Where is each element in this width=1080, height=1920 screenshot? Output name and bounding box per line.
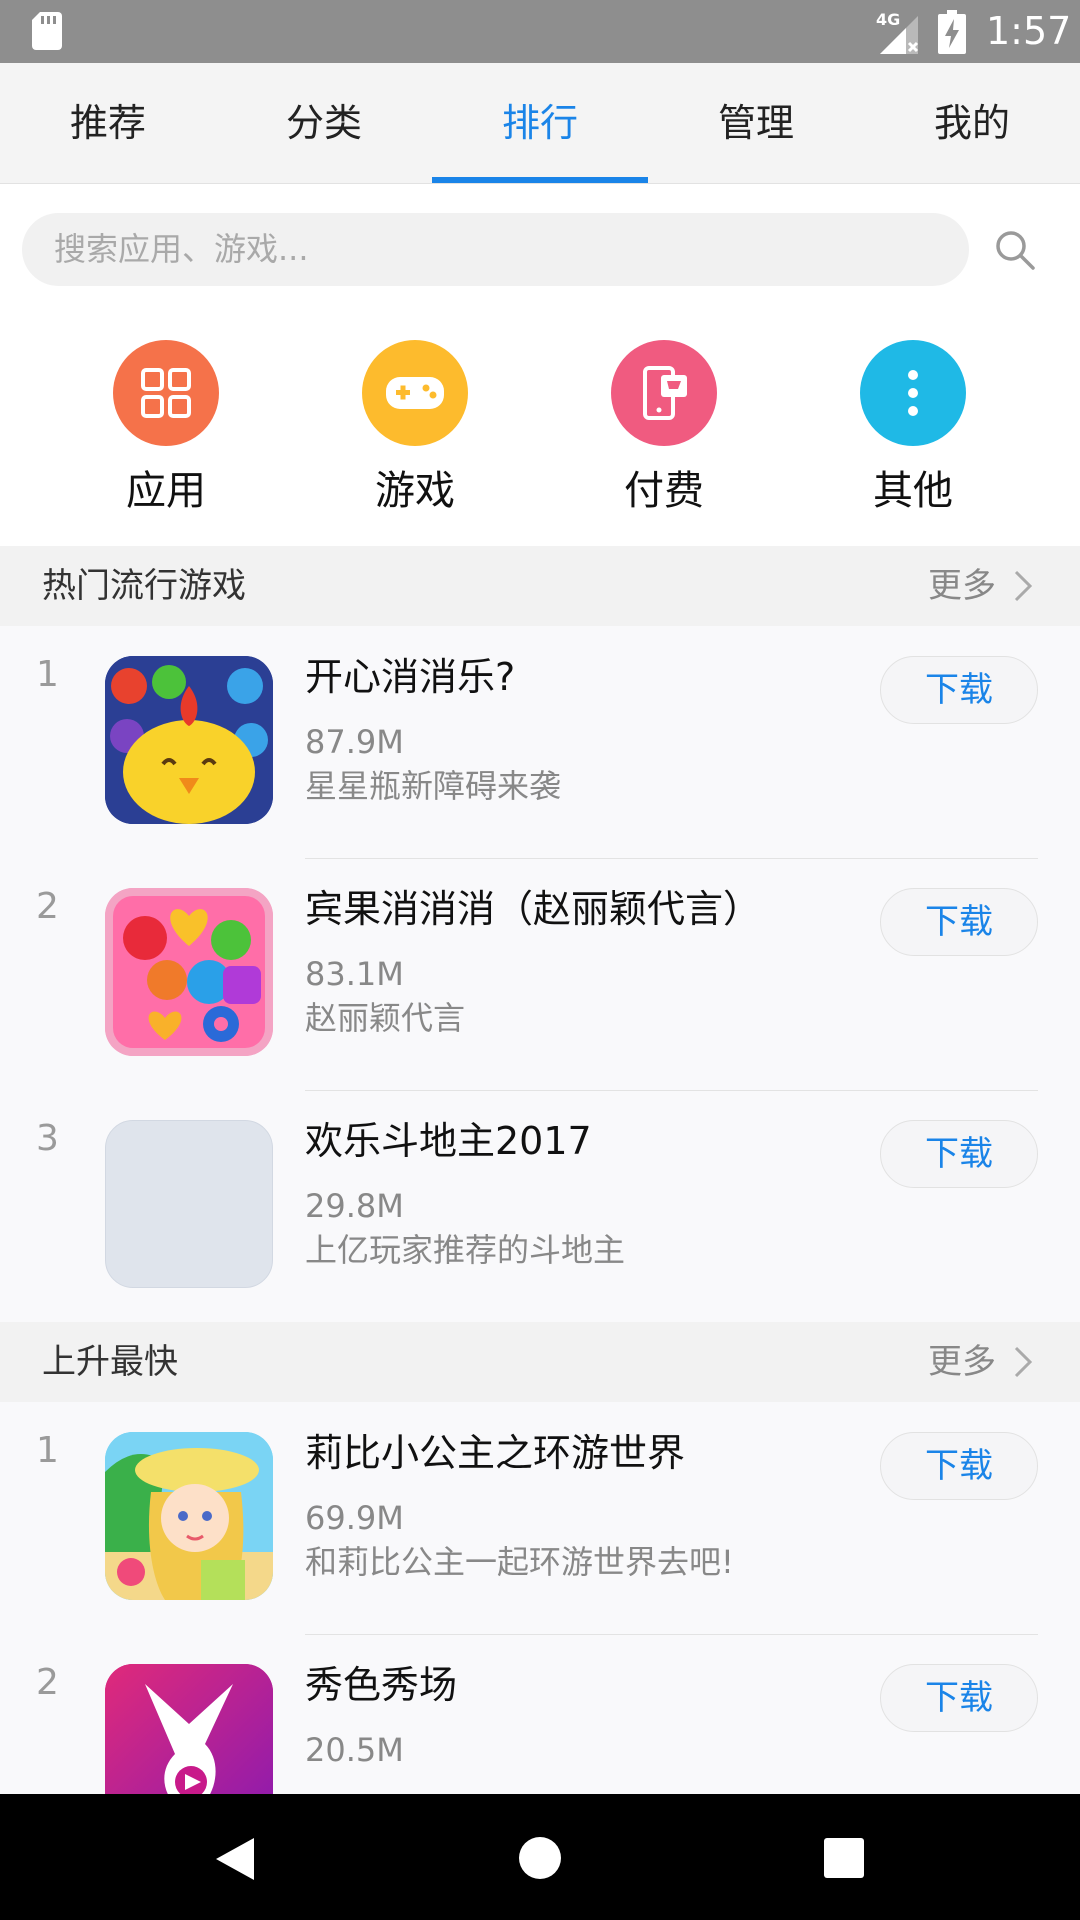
download-button[interactable]: 下载	[880, 1664, 1038, 1732]
app-icon-placeholder[interactable]	[105, 1120, 273, 1288]
active-tab-indicator	[432, 177, 648, 183]
apps-grid-icon	[113, 340, 219, 446]
back-icon[interactable]	[214, 1836, 256, 1882]
app-description: 上亿玩家推荐的斗地主	[305, 1231, 626, 1269]
app-size: 29.8M	[305, 1187, 404, 1225]
tab-categories[interactable]: 分类	[216, 63, 432, 183]
rank-number: 3	[36, 1118, 59, 1159]
list-item[interactable]: 2 宾果消消消（赵丽颖代言） 83.1M 赵丽颖代言 下载	[0, 858, 1080, 1090]
rank-number: 1	[36, 1430, 59, 1471]
status-time: 1:57	[986, 9, 1072, 53]
app-size: 69.9M	[305, 1499, 404, 1537]
chevron-right-icon[interactable]	[1008, 568, 1036, 604]
app-size: 83.1M	[305, 955, 404, 993]
more-link[interactable]: 更多	[928, 1322, 996, 1402]
app-icon-xiuse-show[interactable]	[105, 1664, 273, 1794]
home-icon[interactable]	[518, 1836, 562, 1880]
tab-mine[interactable]: 我的	[864, 63, 1080, 183]
category-apps[interactable]: 应用	[86, 340, 246, 514]
category-label: 付费	[624, 468, 704, 514]
battery-charging-icon	[938, 10, 966, 54]
recents-icon[interactable]	[824, 1838, 864, 1878]
app-name: 宾果消消消（赵丽颖代言）	[305, 887, 762, 931]
signal-icon	[880, 16, 919, 54]
section-header-fastest-rising: 上升最快 更多	[0, 1322, 1080, 1402]
app-name: 秀色秀场	[305, 1663, 458, 1707]
category-label: 应用	[126, 468, 206, 514]
app-name: 开心消消乐?	[305, 655, 516, 699]
search-icon[interactable]	[993, 228, 1037, 272]
category-label: 其他	[873, 468, 953, 514]
search-input[interactable]: 搜索应用、游戏...	[22, 213, 969, 286]
paid-phone-icon	[611, 340, 717, 446]
rank-number: 2	[36, 1662, 59, 1703]
top-tab-bar: 推荐 分类 排行 管理 我的	[0, 63, 1080, 184]
app-description: 赵丽颖代言	[305, 999, 466, 1037]
chevron-right-icon[interactable]	[1008, 1344, 1036, 1380]
rank-number: 2	[36, 886, 59, 927]
app-icon-happy-elimination[interactable]	[105, 656, 273, 824]
tab-recommend[interactable]: 推荐	[0, 63, 216, 183]
list-item[interactable]: 2 秀色秀场 20.5M 下载	[0, 1634, 1080, 1794]
category-other[interactable]: 其他	[833, 340, 993, 514]
list-item[interactable]: 1 莉比小公主之环游世界 69.9M 和莉比公主一起环游世界去吧! 下载	[0, 1402, 1080, 1634]
fastest-rising-list: 1 莉比小公主之环游世界 69.9M 和莉比公主一起环游世界去吧! 下载 2 秀…	[0, 1402, 1080, 1794]
app-name: 莉比小公主之环游世界	[305, 1431, 686, 1475]
category-label: 游戏	[375, 468, 455, 514]
app-name: 欢乐斗地主2017	[305, 1119, 592, 1163]
hot-games-list: 1 开心消消乐? 87.9M 星星瓶新障碍来袭 下载 2 宾果消消消（赵丽颖代言…	[0, 626, 1080, 1322]
section-header-hot-games: 热门流行游戏 更多	[0, 546, 1080, 626]
category-paid[interactable]: 付费	[584, 340, 744, 514]
tab-ranking[interactable]: 排行	[432, 63, 648, 183]
status-bar: 4G 1:57	[0, 0, 1080, 63]
app-icon-bingo-match[interactable]	[105, 888, 273, 1056]
category-games[interactable]: 游戏	[335, 340, 495, 514]
app-icon-libby-princess[interactable]	[105, 1432, 273, 1600]
search-placeholder: 搜索应用、游戏...	[54, 230, 309, 268]
list-item[interactable]: 1 开心消消乐? 87.9M 星星瓶新障碍来袭 下载	[0, 626, 1080, 858]
more-link[interactable]: 更多	[928, 546, 996, 626]
system-navigation-bar	[0, 1794, 1080, 1920]
download-button[interactable]: 下载	[880, 888, 1038, 956]
section-title: 热门流行游戏	[42, 566, 246, 606]
download-button[interactable]: 下载	[880, 1432, 1038, 1500]
list-item[interactable]: 3 欢乐斗地主2017 29.8M 上亿玩家推荐的斗地主 下载	[0, 1090, 1080, 1322]
app-size: 20.5M	[305, 1731, 404, 1769]
app-description: 和莉比公主一起环游世界去吧!	[305, 1543, 734, 1581]
download-button[interactable]: 下载	[880, 656, 1038, 724]
sd-card-icon	[32, 12, 62, 50]
rank-number: 1	[36, 654, 59, 695]
app-description: 星星瓶新障碍来袭	[305, 767, 562, 805]
section-title: 上升最快	[42, 1342, 178, 1382]
download-button[interactable]: 下载	[880, 1120, 1038, 1188]
tab-manage[interactable]: 管理	[648, 63, 864, 183]
more-vertical-icon	[860, 340, 966, 446]
app-size: 87.9M	[305, 723, 404, 761]
gamepad-icon	[362, 340, 468, 446]
